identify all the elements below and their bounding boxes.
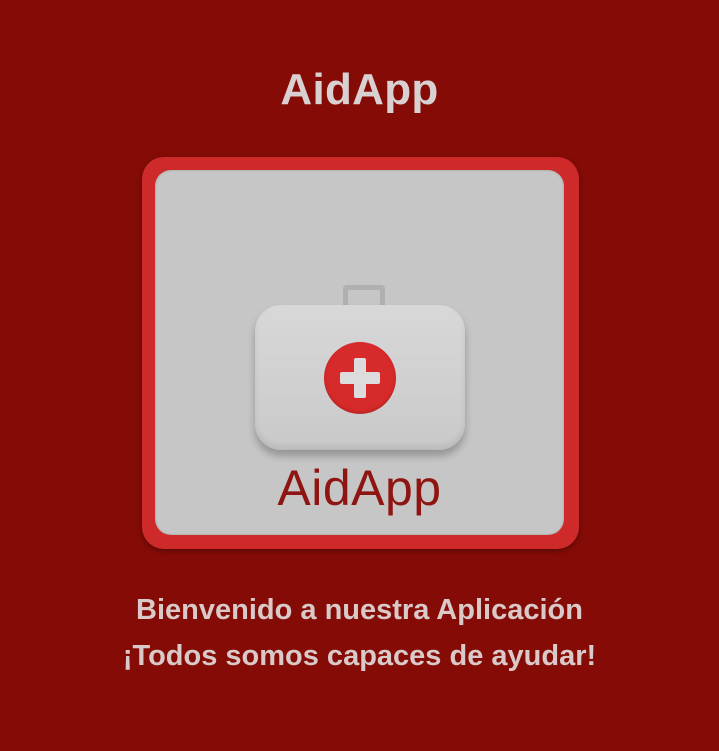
logo-card: AidApp xyxy=(155,170,564,535)
welcome-line-1: Bienvenido a nuestra Aplicación xyxy=(136,594,583,626)
cross-horizontal-bar xyxy=(340,372,380,384)
logo-wordmark: AidApp xyxy=(277,460,442,516)
medical-cross-icon xyxy=(324,342,396,414)
app-title: AidApp xyxy=(280,65,439,114)
welcome-message: Bienvenido a nuestra Aplicación ¡Todos s… xyxy=(0,587,719,679)
kit-handle xyxy=(343,285,385,307)
welcome-line-2: ¡Todos somos capaces de ayudar! xyxy=(122,640,597,672)
app-logo: AidApp xyxy=(142,157,579,549)
splash-screen: AidApp AidApp Bienvenido a nuestra Aplic… xyxy=(0,0,719,751)
